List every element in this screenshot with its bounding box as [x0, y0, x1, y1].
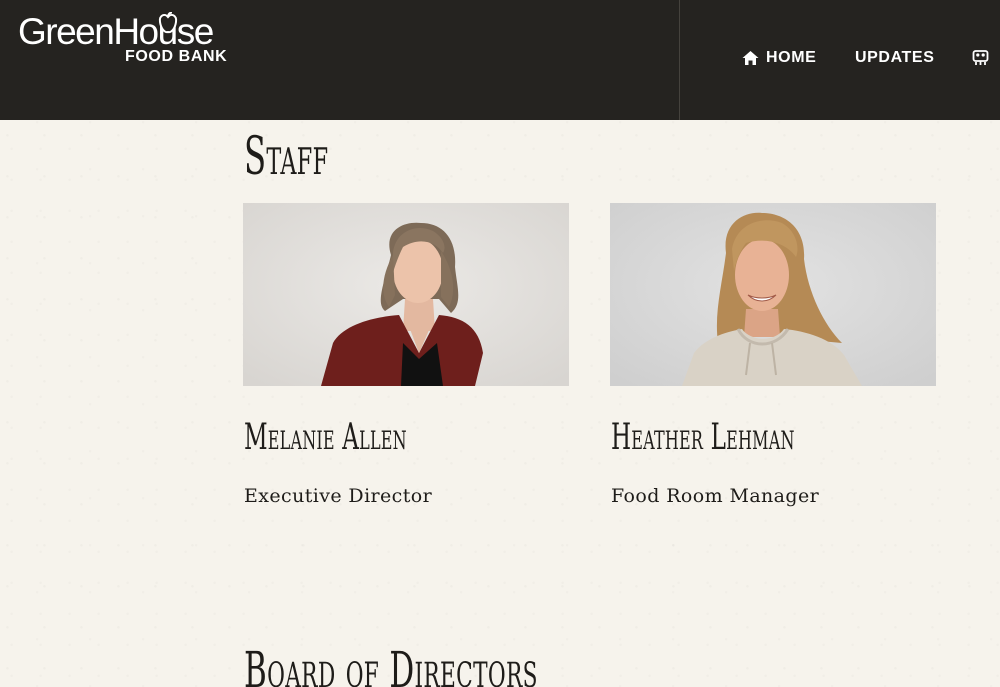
- home-icon: [742, 50, 759, 66]
- staff-card: Melanie Allen Executive Director: [243, 203, 569, 507]
- staff-card: Heather Lehman Food Room Manager: [610, 203, 936, 507]
- nav-label-updates: UPDATES: [855, 49, 935, 66]
- staff-name: Heather Lehman: [611, 417, 795, 458]
- staff-heading: Staff: [244, 127, 329, 187]
- nav-item-updates[interactable]: UPDATES: [855, 46, 934, 70]
- people-icon: [972, 50, 989, 66]
- staff-role: Executive Director: [244, 485, 433, 507]
- staff-photo: [243, 203, 569, 386]
- apple-icon: [158, 12, 178, 34]
- logo-subtitle: FOOD BANK: [125, 48, 228, 65]
- board-heading: Board of Directors: [244, 641, 538, 687]
- site-logo[interactable]: GreenHouse FOOD BANK: [18, 10, 238, 70]
- nav-item-home[interactable]: HOME: [742, 46, 816, 70]
- header-divider: [679, 0, 680, 120]
- nav-item-people[interactable]: [972, 46, 996, 70]
- nav-label-home: HOME: [766, 49, 817, 66]
- staff-role: Food Room Manager: [611, 485, 820, 507]
- site-header: GreenHouse FOOD BANK HOME UPDATES: [0, 0, 1000, 120]
- staff-photo: [610, 203, 936, 386]
- staff-name: Melanie Allen: [244, 417, 407, 458]
